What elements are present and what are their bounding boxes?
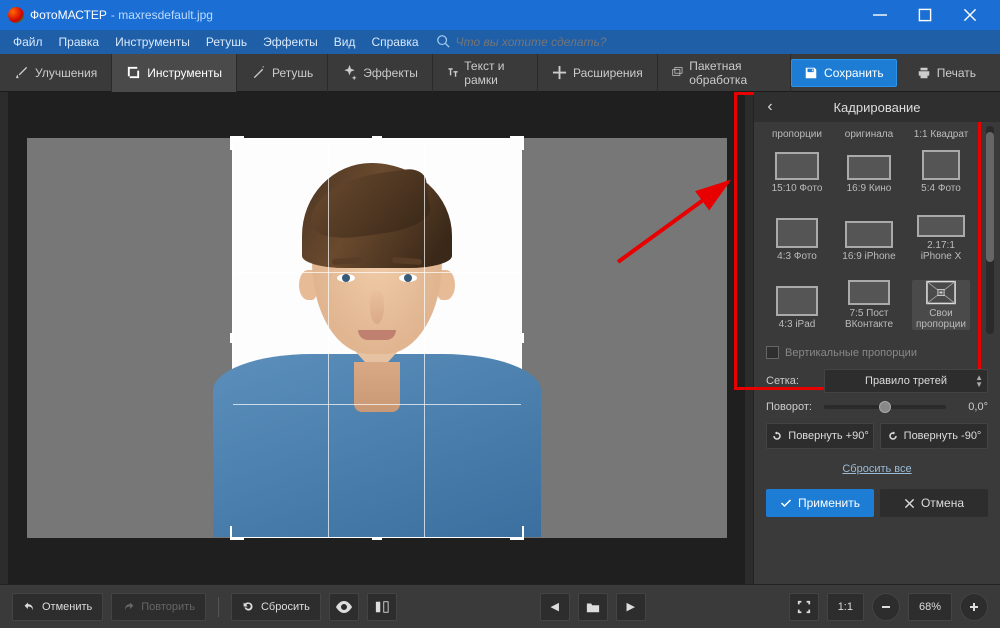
ratio-iphone-x[interactable]: 2.17:1 iPhone X [912, 212, 970, 262]
tab-label: Эффекты [363, 66, 418, 80]
open-folder-button[interactable] [578, 593, 608, 621]
tab-label: Пакетная обработка [689, 59, 776, 87]
crop-handle-top[interactable] [372, 136, 382, 141]
checkbox-icon [766, 346, 779, 359]
preview-toggle-button[interactable] [329, 593, 359, 621]
reset-all-link[interactable]: Сбросить все [842, 463, 911, 475]
vertical-proportions-check[interactable]: Вертикальные пропорции [754, 340, 1000, 365]
file-name: - maxresdefault.jpg [111, 8, 213, 22]
left-gutter[interactable] [0, 92, 8, 584]
image-canvas[interactable] [27, 138, 727, 538]
ratio-4-3[interactable]: 4:3 Фото [768, 212, 826, 262]
tab-label: Улучшения [35, 66, 97, 80]
checkbox-label: Вертикальные пропорции [785, 347, 917, 359]
rotate-slider[interactable] [824, 405, 946, 409]
grid-value: Правило третей [865, 375, 947, 387]
crop-handle-br[interactable] [510, 526, 524, 540]
ratio-16-9-iphone[interactable]: 16:9 iPhone [840, 212, 898, 262]
crop-handle-bl[interactable] [230, 526, 244, 540]
menu-bar: Файл Правка Инструменты Ретушь Эффекты В… [0, 30, 1000, 54]
close-button[interactable] [947, 0, 992, 30]
tab-label: Ретушь [272, 66, 313, 80]
search-icon [436, 34, 450, 51]
custom-ratio-icon [922, 280, 960, 305]
main-toolbar: Улучшения Инструменты Ретушь Эффекты Тек… [0, 54, 1000, 92]
aspect-ratio-grid: пропорции оригинала 1:1 Квадрат 15:10 Фо… [754, 122, 1000, 340]
fit-screen-button[interactable] [789, 593, 819, 621]
status-bar: Отменить Повторить Сбросить ◀ ▶ 1:1 68% [0, 584, 1000, 628]
zoom-in-button[interactable] [960, 593, 988, 621]
stepper-icon: ▲▼ [975, 374, 983, 388]
main-area: ‹ Кадрирование пропорции оригинала 1:1 К… [0, 92, 1000, 584]
panel-title: Кадрирование [833, 100, 920, 115]
undo-button[interactable]: Отменить [12, 593, 103, 621]
tab-retouch[interactable]: Ретушь [237, 54, 328, 92]
photo-preview [233, 139, 521, 537]
cancel-button[interactable]: Отмена [880, 489, 988, 517]
print-button[interactable]: Печать [903, 59, 990, 87]
title-bar: ФотоМАСТЕР - maxresdefault.jpg [0, 0, 1000, 30]
zoom-actual-button[interactable]: 1:1 [827, 593, 864, 621]
tab-tools[interactable]: Инструменты [112, 54, 237, 92]
menu-help[interactable]: Справка [364, 32, 425, 52]
tab-label: Текст и рамки [464, 59, 523, 87]
rotate-label: Поворот: [766, 401, 816, 413]
ratio-5-4[interactable]: 5:4 Фото [912, 144, 970, 194]
crop-handle-left[interactable] [230, 333, 235, 343]
tab-batch[interactable]: Пакетная обработка [658, 54, 791, 92]
rotate-value: 0,0° [954, 401, 988, 413]
nav-next-button[interactable]: ▶ [616, 593, 646, 621]
crop-frame[interactable] [232, 138, 522, 538]
grid-label: Сетка: [766, 375, 816, 387]
canvas-area[interactable] [8, 92, 745, 584]
ratio-16-9[interactable]: 16:9 Кино [840, 144, 898, 194]
tab-label: Расширения [573, 66, 643, 80]
panel-header: ‹ Кадрирование [754, 92, 1000, 122]
tab-extensions[interactable]: Расширения [538, 54, 658, 92]
zoom-out-button[interactable] [872, 593, 900, 621]
crop-handle-tr[interactable] [510, 136, 524, 150]
menu-tools[interactable]: Инструменты [108, 32, 197, 52]
ratio-4-3-ipad[interactable]: 4:3 iPad [768, 280, 826, 330]
side-panel: ‹ Кадрирование пропорции оригинала 1:1 К… [753, 92, 1000, 584]
ratio-custom[interactable]: Свои пропорции [912, 280, 970, 330]
zoom-readout[interactable]: 68% [908, 593, 952, 621]
crop-handle-right[interactable] [519, 333, 524, 343]
panel-back-button[interactable]: ‹ [760, 92, 780, 122]
tab-text-frames[interactable]: Текст и рамки [433, 54, 538, 92]
menu-view[interactable]: Вид [327, 32, 363, 52]
maximize-button[interactable] [902, 0, 947, 30]
tab-effects[interactable]: Эффекты [328, 54, 433, 92]
print-label: Печать [937, 66, 976, 80]
grid-select[interactable]: Правило третей ▲▼ [824, 369, 988, 393]
search-input[interactable] [456, 35, 616, 49]
ratio-free-label[interactable]: пропорции [768, 126, 826, 140]
menu-edit[interactable]: Правка [52, 32, 107, 52]
crop-handle-tl[interactable] [230, 136, 244, 150]
scroll-thumb[interactable] [986, 132, 994, 262]
right-gutter[interactable] [745, 92, 753, 584]
compare-button[interactable] [367, 593, 397, 621]
menu-file[interactable]: Файл [6, 32, 50, 52]
app-name: ФотоМАСТЕР [30, 8, 107, 22]
app-logo [8, 7, 24, 23]
menu-retouch[interactable]: Ретушь [199, 32, 254, 52]
nav-prev-button[interactable]: ◀ [540, 593, 570, 621]
save-label: Сохранить [824, 66, 884, 80]
tab-label: Инструменты [147, 66, 222, 80]
save-button[interactable]: Сохранить [791, 59, 897, 87]
tab-enhancements[interactable]: Улучшения [0, 54, 112, 92]
menu-effects[interactable]: Эффекты [256, 32, 325, 52]
ratio-square-label[interactable]: 1:1 Квадрат [912, 126, 970, 140]
minimize-button[interactable] [857, 0, 902, 30]
ratio-15-10[interactable]: 15:10 Фото [768, 144, 826, 194]
crop-handle-bottom[interactable] [372, 535, 382, 540]
ratio-7-5-vk[interactable]: 7:5 Пост ВКонтакте [840, 280, 898, 330]
rotate-minus-90-button[interactable]: Повернуть -90° [880, 423, 988, 449]
apply-button[interactable]: Применить [766, 489, 874, 517]
ratio-original-label[interactable]: оригинала [840, 126, 898, 140]
redo-button[interactable]: Повторить [111, 593, 206, 621]
rotate-plus-90-button[interactable]: Повернуть +90° [766, 423, 874, 449]
reset-button[interactable]: Сбросить [231, 593, 321, 621]
